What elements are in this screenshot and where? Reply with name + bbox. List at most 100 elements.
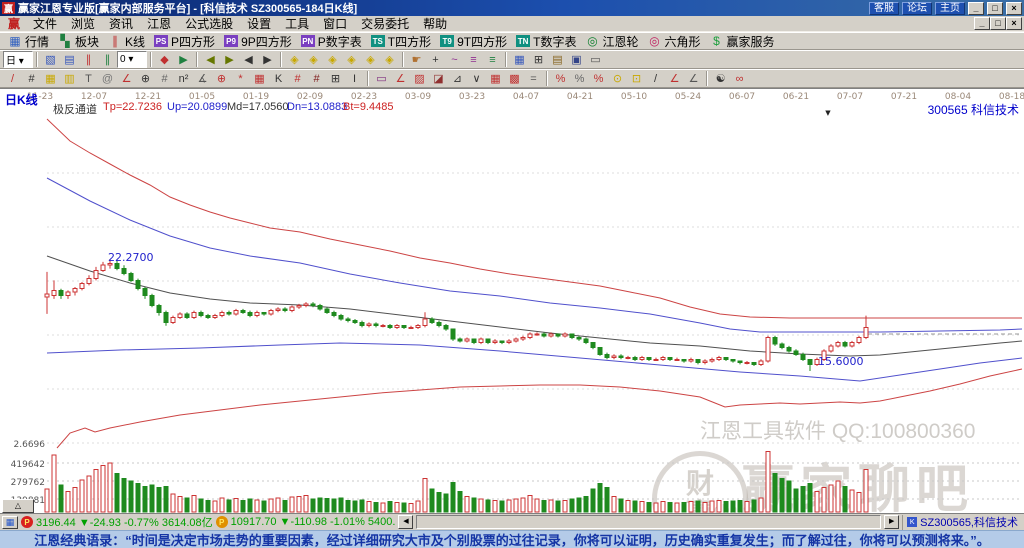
child-close-button[interactable]: × [1006,17,1022,30]
tool-icon[interactable]: + [426,51,445,68]
scroll-left-button[interactable]: ◀ [398,515,414,529]
menu-item-交易委托[interactable]: 交易委托 [354,15,416,32]
restore-button[interactable]: □ [987,1,1003,15]
tool-icon[interactable]: ▨ [410,70,429,87]
menu-item-窗口[interactable]: 窗口 [316,15,354,32]
scrollbar-track[interactable] [416,515,882,529]
tool-icon[interactable]: ▣ [567,51,586,68]
minimize-button[interactable]: _ [968,1,984,15]
tool-icon[interactable]: ▤ [60,51,79,68]
toolbar-button-T四方形[interactable]: TS T四方形 [367,33,435,49]
tool-icon[interactable]: ▭ [586,51,605,68]
tool-icon[interactable]: % [570,70,589,87]
menu-item-文件[interactable]: 文件 [26,15,64,32]
menu-item-浏览[interactable]: 浏览 [64,15,102,32]
tool-icon[interactable]: ∞ [730,70,749,87]
tool-icon[interactable]: ▦ [486,70,505,87]
tool-icon[interactable]: % [589,70,608,87]
tool-icon[interactable]: ≡ [464,51,483,68]
tool-icon[interactable]: ▦ [250,70,269,87]
tool-icon[interactable]: ∡ [193,70,212,87]
tool-icon[interactable]: # [22,70,41,87]
tool-icon[interactable]: ∠ [117,70,136,87]
tool-icon[interactable]: # [288,70,307,87]
tool-icon[interactable]: @ [98,70,117,87]
tool-icon[interactable]: ⊕ [212,70,231,87]
tool-icon[interactable]: ☯ [711,70,730,87]
tool-icon[interactable]: ☛ [407,51,426,68]
tool-icon[interactable]: K [269,70,288,87]
tool-icon[interactable]: ◈ [304,51,323,68]
toolbar-button-六角形[interactable]: ◎ 六角形 [643,33,704,49]
tool-icon[interactable]: ▶ [174,51,193,68]
toolbar-button-板块[interactable]: ▚ 板块 [54,33,103,49]
menu-item-资讯[interactable]: 资讯 [102,15,140,32]
grid-view-icon[interactable]: ▦ [2,515,18,529]
tool-icon[interactable]: ∠ [684,70,703,87]
toolbar-button-T数字表[interactable]: TN T数字表 [512,33,580,49]
tool-icon[interactable]: ∨ [467,70,486,87]
tool-icon[interactable]: ▩ [505,70,524,87]
link-forum[interactable]: 论坛 [902,1,932,15]
tool-icon[interactable]: ◈ [323,51,342,68]
toolbar-button-P数字表[interactable]: PN P数字表 [297,33,366,49]
tool-icon[interactable]: ◀ [201,51,220,68]
tool-icon[interactable]: ▦ [510,51,529,68]
tool-icon[interactable]: * [231,70,250,87]
tool-icon[interactable]: ⊕ [136,70,155,87]
menu-item-江恩[interactable]: 江恩 [140,15,178,32]
tool-icon[interactable]: ▶ [258,51,277,68]
tool-icon[interactable]: # [155,70,174,87]
close-button[interactable]: × [1006,1,1022,15]
toolbar-button-P四方形[interactable]: PS P四方形 [150,33,219,49]
tool-icon[interactable]: ∠ [665,70,684,87]
period-label[interactable]: 日K线 [5,91,38,108]
tool-icon[interactable]: % [551,70,570,87]
tool-icon[interactable]: T [79,70,98,87]
tool-icon[interactable]: ◈ [285,51,304,68]
tool-icon[interactable]: / [646,70,665,87]
tool-icon[interactable]: ~ [445,51,464,68]
tool-icon[interactable]: ⊞ [529,51,548,68]
tool-icon[interactable]: 日 ▾ [3,51,33,68]
tool-icon[interactable]: ▥ [60,70,79,87]
toolbar-button-9P四方形[interactable]: P9 9P四方形 [220,33,296,49]
tool-icon[interactable]: ∠ [391,70,410,87]
link-homepage[interactable]: 主页 [935,1,965,15]
tool-icon[interactable]: ⊞ [326,70,345,87]
toolbar-button-江恩轮[interactable]: ◎ 江恩轮 [581,33,642,49]
menu-item-设置[interactable]: 设置 [240,15,278,32]
link-customer-service[interactable]: 客服 [869,1,899,15]
tool-icon[interactable]: ◈ [380,51,399,68]
expand-panel-button[interactable]: △ [2,499,34,513]
tool-icon[interactable]: # [307,70,326,87]
tool-icon[interactable]: ◈ [342,51,361,68]
toolbar-button-9T四方形[interactable]: T9 9T四方形 [436,33,511,49]
tool-icon[interactable]: = [524,70,543,87]
child-minimize-button[interactable]: _ [974,17,990,30]
tool-icon[interactable]: ▶ [220,51,239,68]
tool-icon[interactable]: ⊿ [448,70,467,87]
menu-item-工具[interactable]: 工具 [278,15,316,32]
tool-icon[interactable]: ⊙ [608,70,627,87]
tool-icon[interactable]: ▤ [548,51,567,68]
toolbar-button-赢家服务[interactable]: $ 赢家服务 [706,33,779,49]
menu-item-公式选股[interactable]: 公式选股 [178,15,240,32]
tool-icon[interactable]: ◆ [155,51,174,68]
tool-icon[interactable]: ◪ [429,70,448,87]
tool-icon[interactable]: ∥ [79,51,98,68]
tool-icon[interactable]: ≡ [483,51,502,68]
tool-icon[interactable]: ▦ [41,70,60,87]
tool-icon[interactable]: ◀ [239,51,258,68]
tool-icon[interactable]: ∥ [98,51,117,68]
tool-icon[interactable]: / [3,70,22,87]
tool-icon[interactable]: ▭ [372,70,391,87]
tool-icon[interactable]: ⊡ [627,70,646,87]
scroll-right-button[interactable]: ▶ [884,515,900,529]
child-restore-button[interactable]: □ [990,17,1006,30]
tool-icon[interactable]: n² [174,70,193,87]
tool-icon[interactable]: ▧ [41,51,60,68]
toolbar-button-K线[interactable]: ∥ K线 [104,33,149,49]
tool-icon[interactable]: ◈ [361,51,380,68]
menu-item-帮助[interactable]: 帮助 [416,15,454,32]
